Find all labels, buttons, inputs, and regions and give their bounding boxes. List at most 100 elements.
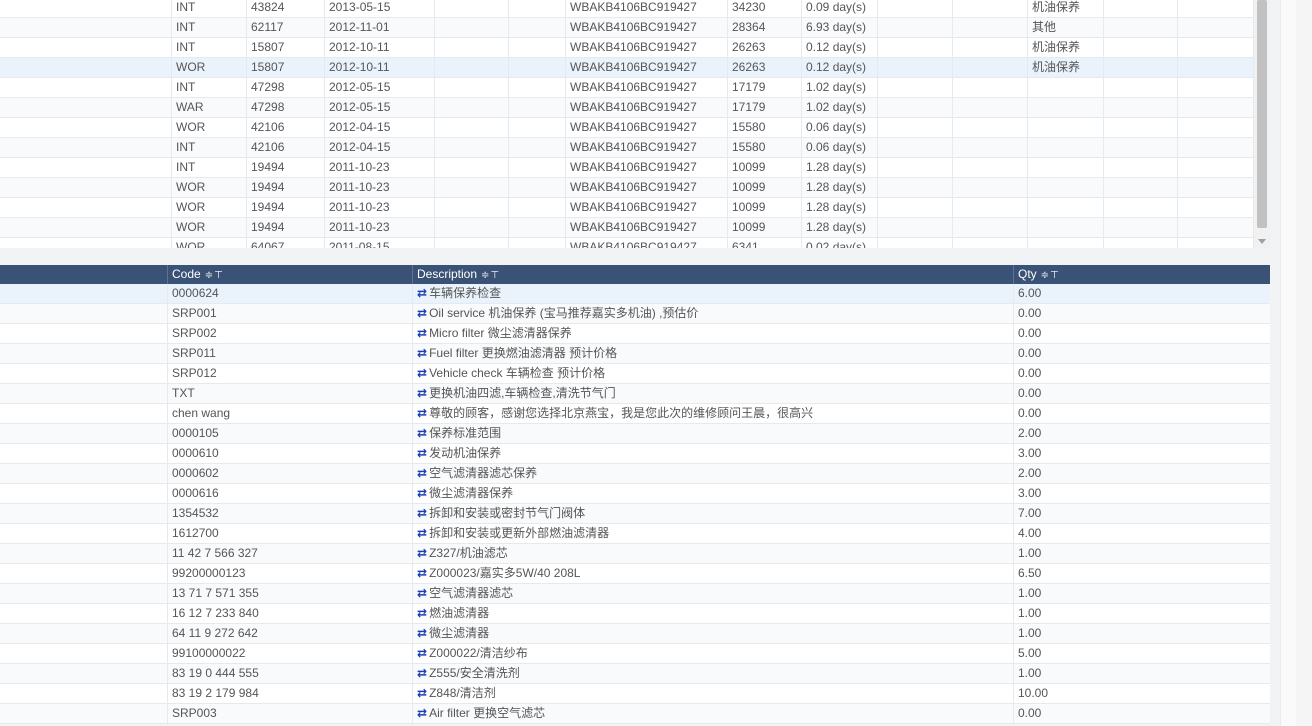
- job-item-row[interactable]: 83 19 2 179 984 ⇄ Z848/清洁剂 10.00: [0, 684, 1270, 704]
- job-item-cell-blank: [0, 704, 168, 723]
- column-header-qty[interactable]: Qty ≑⊤: [1014, 265, 1270, 284]
- history-row[interactable]: INT 43824 2013-05-15 WBAKB4106BC919427 34230…: [0, 0, 1254, 18]
- history-cell-empty: [435, 198, 509, 217]
- job-item-row[interactable]: 0000105 ⇄ 保养标准范围 2.00: [0, 424, 1270, 444]
- job-item-qty: 0.00: [1018, 306, 1042, 320]
- job-item-row[interactable]: 0000602 ⇄ 空气滤清器滤芯保养 2.00: [0, 464, 1270, 484]
- job-item-row[interactable]: SRP011 ⇄ Fuel filter 更换燃油滤清器 预计价格 0.00: [0, 344, 1270, 364]
- history-cell-km: 47298: [247, 78, 325, 97]
- column-header-code[interactable]: Code ≑⊤: [168, 265, 413, 284]
- job-item-row[interactable]: SRP002 ⇄ Micro filter 微尘滤清器保养 0.00: [0, 324, 1270, 344]
- history-row[interactable]: WOR 19494 2011-10-23 WBAKB4106BC919427 10099…: [0, 218, 1254, 238]
- swap-link-icon[interactable]: ⇄: [417, 466, 427, 480]
- swap-link-icon[interactable]: ⇄: [417, 326, 427, 340]
- swap-link-icon[interactable]: ⇄: [417, 486, 427, 500]
- job-item-description: 车辆保养检查: [429, 286, 502, 300]
- history-cell-interval: 0.06 day(s): [802, 118, 878, 137]
- history-row[interactable]: INT 62117 2012-11-01 WBAKB4106BC919427 28364…: [0, 18, 1254, 38]
- service-history-grid: INT 43824 2013-05-15 WBAKB4106BC919427 34230…: [0, 0, 1254, 248]
- job-item-cell-blank: [0, 424, 168, 443]
- job-item-row[interactable]: SRP012 ⇄ Vehicle check 车辆检查 预计价格 0.00: [0, 364, 1270, 384]
- job-item-row[interactable]: 0000616 ⇄ 微尘滤清器保养 3.00: [0, 484, 1270, 504]
- history-row[interactable]: INT 47298 2012-05-15 WBAKB4106BC919427 17179…: [0, 78, 1254, 98]
- swap-link-icon[interactable]: ⇄: [417, 626, 427, 640]
- history-cell-vin: WBAKB4106BC919427: [566, 198, 728, 217]
- job-item-row[interactable]: 99100000022 ⇄ Z000022/清洁纱布 5.00: [0, 644, 1270, 664]
- swap-link-icon[interactable]: ⇄: [417, 506, 427, 520]
- job-item-description: 微尘滤清器: [429, 626, 490, 640]
- job-item-cell-blank: [0, 624, 168, 643]
- history-cell-empty: [1178, 38, 1254, 57]
- column-header-code-label: Code: [172, 267, 201, 281]
- swap-link-icon[interactable]: ⇄: [417, 586, 427, 600]
- job-item-qty: 7.00: [1018, 506, 1042, 520]
- history-row[interactable]: WAR 47298 2012-05-15 WBAKB4106BC919427 17179…: [0, 98, 1254, 118]
- history-row[interactable]: WOR 64067 2011-08-15 WBAKB4106BC919427 6341 0…: [0, 238, 1254, 248]
- history-cell-empty: [435, 218, 509, 237]
- scrollbar-thumb[interactable]: [1257, 0, 1267, 228]
- sort-filter-icon[interactable]: ≑⊤: [481, 270, 500, 281]
- job-item-row[interactable]: 1612700 ⇄ 拆卸和安装或更新外部燃油滤清器 4.00: [0, 524, 1270, 544]
- service-history-scrollbar[interactable]: [1254, 0, 1270, 248]
- job-item-row[interactable]: SRP003 ⇄ Air filter 更换空气滤芯 0.00: [0, 704, 1270, 724]
- swap-link-icon[interactable]: ⇄: [417, 706, 427, 720]
- history-row[interactable]: WOR 42106 2012-04-15 WBAKB4106BC919427 15580…: [0, 118, 1254, 138]
- history-cell-remark: [1028, 178, 1104, 197]
- scroll-down-icon[interactable]: [1258, 239, 1266, 244]
- swap-link-icon[interactable]: ⇄: [417, 366, 427, 380]
- job-item-row[interactable]: TXT ⇄ 更换机油四滤,车辆检查,清洗节气门 0.00: [0, 384, 1270, 404]
- job-item-row[interactable]: 64 11 9 272 642 ⇄ 微尘滤清器 1.00: [0, 624, 1270, 644]
- swap-link-icon[interactable]: ⇄: [417, 646, 427, 660]
- swap-link-icon[interactable]: ⇄: [417, 286, 427, 300]
- job-item-row[interactable]: chen wang ⇄ 尊敬的顾客，感谢您选择北京燕宝，我是您此次的维修顾问王晨，很…: [0, 404, 1270, 424]
- swap-link-icon[interactable]: ⇄: [417, 566, 427, 580]
- job-item-row[interactable]: 83 19 0 444 555 ⇄ Z555/安全清洗剂 1.00: [0, 664, 1270, 684]
- history-row[interactable]: INT 15807 2012-10-11 WBAKB4106BC919427 26263…: [0, 38, 1254, 58]
- swap-link-icon[interactable]: ⇄: [417, 446, 427, 460]
- history-cell-empty: [509, 198, 566, 217]
- history-cell-empty: [878, 218, 953, 237]
- job-item-description-cell: ⇄ 尊敬的顾客，感谢您选择北京燕宝，我是您此次的维修顾问王晨，很高兴: [413, 404, 1014, 423]
- sort-filter-icon[interactable]: ≑⊤: [205, 270, 224, 281]
- job-item-row[interactable]: 0000610 ⇄ 发动机油保养 3.00: [0, 444, 1270, 464]
- job-item-row[interactable]: 11 42 7 566 327 ⇄ Z327/机油滤芯 1.00: [0, 544, 1270, 564]
- history-row[interactable]: INT 19494 2011-10-23 WBAKB4106BC919427 10099…: [0, 158, 1254, 178]
- page-scrollbar[interactable]: [1280, 0, 1297, 726]
- sort-filter-icon[interactable]: ≑⊤: [1041, 270, 1060, 281]
- history-cell-vin: WBAKB4106BC919427: [566, 178, 728, 197]
- job-item-row[interactable]: 0000624 ⇄ 车辆保养检查 6.00: [0, 284, 1270, 304]
- swap-link-icon[interactable]: ⇄: [417, 546, 427, 560]
- history-cell-empty: [0, 198, 172, 217]
- job-item-row[interactable]: 16 12 7 233 840 ⇄ 燃油滤清器 1.00: [0, 604, 1270, 624]
- swap-link-icon[interactable]: ⇄: [417, 306, 427, 320]
- job-item-description-cell: ⇄ Micro filter 微尘滤清器保养: [413, 324, 1014, 343]
- history-cell-km: 15807: [247, 38, 325, 57]
- swap-link-icon[interactable]: ⇄: [417, 526, 427, 540]
- job-item-description: Micro filter 微尘滤清器保养: [429, 326, 572, 340]
- history-row[interactable]: WOR 19494 2011-10-23 WBAKB4106BC919427 10099…: [0, 198, 1254, 218]
- column-header-description[interactable]: Description ≑⊤: [413, 265, 1014, 284]
- job-item-cell-blank: [0, 384, 168, 403]
- swap-link-icon[interactable]: ⇄: [417, 386, 427, 400]
- swap-link-icon[interactable]: ⇄: [417, 606, 427, 620]
- history-row[interactable]: INT 42106 2012-04-15 WBAKB4106BC919427 15580…: [0, 138, 1254, 158]
- job-item-row[interactable]: SRP001 ⇄ Oil service 机油保养 (宝马推荐嘉实多机油) ,预估价…: [0, 304, 1270, 324]
- job-item-row[interactable]: 1354532 ⇄ 拆卸和安装或密封节气门阀体 7.00: [0, 504, 1270, 524]
- job-item-code: 83 19 2 179 984: [168, 684, 413, 703]
- swap-link-icon[interactable]: ⇄: [417, 666, 427, 680]
- swap-link-icon[interactable]: ⇄: [417, 346, 427, 360]
- swap-link-icon[interactable]: ⇄: [417, 426, 427, 440]
- swap-link-icon[interactable]: ⇄: [417, 686, 427, 700]
- history-row[interactable]: WOR 19494 2011-10-23 WBAKB4106BC919427 10099…: [0, 178, 1254, 198]
- swap-link-icon[interactable]: ⇄: [417, 406, 427, 420]
- history-cell-empty: [1104, 38, 1178, 57]
- history-row[interactable]: WOR 15807 2012-10-11 WBAKB4106BC919427 26263…: [0, 58, 1254, 78]
- job-item-row[interactable]: 99200000123 ⇄ Z000023/嘉实多5W/40 208L 6.50: [0, 564, 1270, 584]
- history-cell-empty: [509, 78, 566, 97]
- job-item-row[interactable]: 13 71 7 571 355 ⇄ 空气滤清器滤芯 1.00: [0, 584, 1270, 604]
- job-item-cell-blank: [0, 564, 168, 583]
- history-cell-interval: 1.02 day(s): [802, 78, 878, 97]
- history-cell-remark: [1028, 98, 1104, 117]
- history-cell-type: WOR: [172, 118, 247, 137]
- job-item-description-cell: ⇄ 车辆保养检查: [413, 284, 1014, 303]
